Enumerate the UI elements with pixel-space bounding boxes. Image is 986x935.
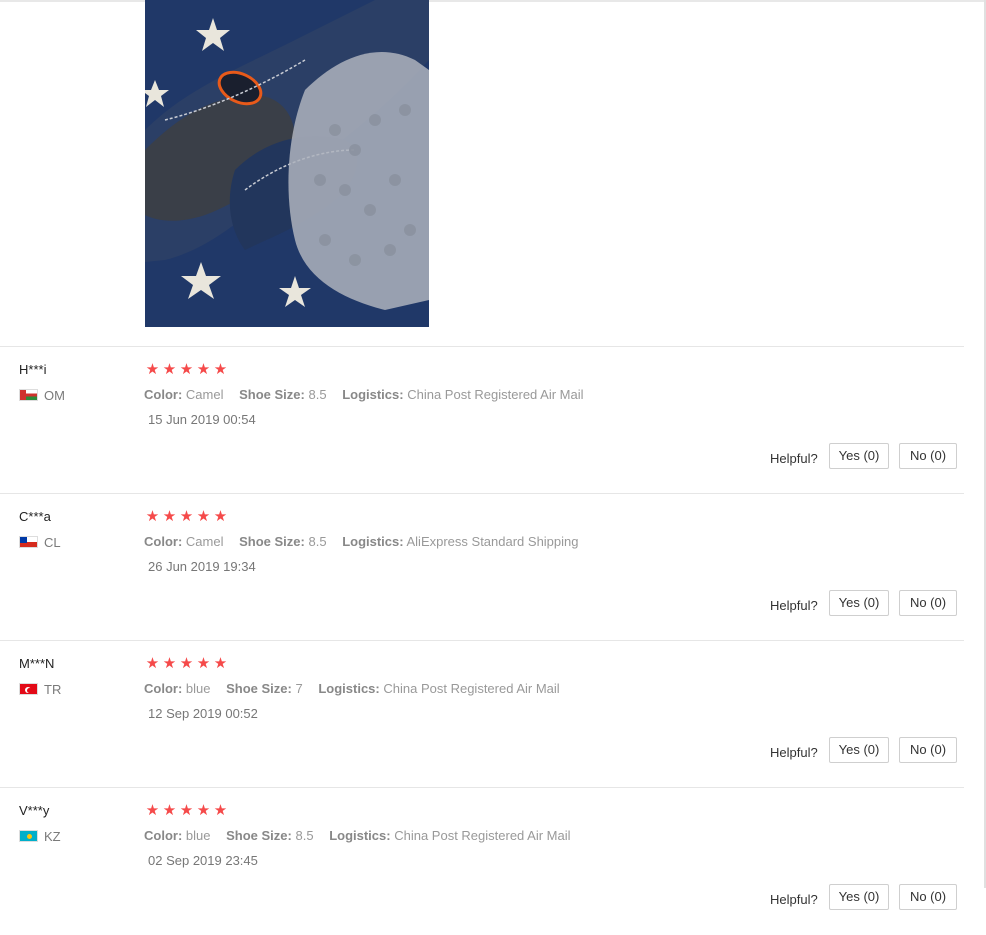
helpful-label: Helpful?: [770, 892, 818, 907]
color-label: Color:: [144, 534, 183, 549]
logistics-value: AliExpress Standard Shipping: [406, 534, 579, 549]
star-icon: ★: [145, 361, 160, 378]
shoe-size-value: 8.5: [295, 828, 314, 843]
review-date: 12 Sep 2019 00:52: [148, 706, 258, 721]
country-code: OM: [44, 387, 65, 403]
country-code: KZ: [44, 828, 61, 844]
review-date: 26 Jun 2019 19:34: [148, 559, 256, 574]
reviewer-name: M***N: [19, 656, 55, 671]
helpful-no-button[interactable]: No (0): [899, 443, 957, 469]
flag-kazakhstan-icon: [19, 830, 38, 842]
color-value: blue: [185, 828, 211, 843]
logistics-label: Logistics:: [342, 387, 404, 402]
star-icon: ★: [213, 802, 228, 819]
star-icon: ★: [179, 655, 194, 672]
star-icon: ★: [162, 361, 177, 378]
helpful-yes-button[interactable]: Yes (0): [829, 590, 889, 616]
review-item: V***y KZ ★ ★ ★ ★ ★ Color: blue Shoe Size…: [0, 787, 964, 935]
flag-oman-icon: [19, 389, 38, 401]
star-icon: ★: [196, 361, 211, 378]
helpful-yes-button[interactable]: Yes (0): [829, 737, 889, 763]
review-date: 02 Sep 2019 23:45: [148, 853, 258, 868]
review-photo-image: [145, 0, 429, 327]
star-icon: ★: [145, 802, 160, 819]
color-label: Color:: [144, 828, 183, 843]
logistics-label: Logistics:: [318, 681, 380, 696]
star-rating: ★ ★ ★ ★ ★: [145, 803, 228, 818]
review-photo[interactable]: [145, 0, 429, 327]
star-icon: ★: [196, 802, 211, 819]
star-icon: ★: [213, 508, 228, 525]
reviewer-name: V***y: [19, 803, 50, 818]
star-icon: ★: [162, 655, 177, 672]
country-code: CL: [44, 534, 61, 550]
star-icon: ★: [179, 361, 194, 378]
helpful-label: Helpful?: [770, 598, 818, 613]
helpful-no-button[interactable]: No (0): [899, 737, 957, 763]
reviewer-name: C***a: [19, 509, 51, 524]
shoe-size-value: 8.5: [308, 387, 327, 402]
star-rating: ★ ★ ★ ★ ★: [145, 509, 228, 524]
reviewer-name: H***i: [19, 362, 47, 377]
star-icon: ★: [145, 508, 160, 525]
star-icon: ★: [179, 802, 194, 819]
color-value: Camel: [185, 387, 224, 402]
helpful-yes-button[interactable]: Yes (0): [829, 443, 889, 469]
reviewer-country: OM: [19, 387, 65, 403]
star-icon: ★: [162, 508, 177, 525]
star-icon: ★: [179, 508, 194, 525]
shoe-size-value: 8.5: [308, 534, 327, 549]
color-value: Camel: [185, 534, 224, 549]
star-icon: ★: [213, 655, 228, 672]
shoe-size-label: Shoe Size:: [239, 387, 305, 402]
logistics-value: China Post Registered Air Mail: [394, 828, 571, 843]
reviewer-country: CL: [19, 534, 61, 550]
star-icon: ★: [196, 655, 211, 672]
reviewer-country: TR: [19, 681, 61, 697]
order-attributes: Color: blue Shoe Size: 7 Logistics: Chin…: [144, 681, 572, 696]
reviewer-country: KZ: [19, 828, 61, 844]
star-icon: ★: [162, 802, 177, 819]
country-code: TR: [44, 681, 62, 697]
flag-turkey-icon: [19, 683, 38, 695]
color-label: Color:: [144, 387, 183, 402]
star-rating: ★ ★ ★ ★ ★: [145, 362, 228, 377]
order-attributes: Color: Camel Shoe Size: 8.5 Logistics: A…: [144, 534, 591, 549]
color-value: blue: [185, 681, 211, 696]
review-date: 15 Jun 2019 00:54: [148, 412, 256, 427]
star-icon: ★: [213, 361, 228, 378]
review-item: H***i OM ★ ★ ★ ★ ★ Color: Camel Shoe Siz…: [0, 346, 964, 494]
helpful-label: Helpful?: [770, 451, 818, 466]
order-attributes: Color: blue Shoe Size: 8.5 Logistics: Ch…: [144, 828, 583, 843]
review-item: M***N TR ★ ★ ★ ★ ★ Color: blue Shoe Size…: [0, 640, 964, 788]
logistics-value: China Post Registered Air Mail: [407, 387, 584, 402]
star-icon: ★: [145, 655, 160, 672]
logistics-label: Logistics:: [329, 828, 391, 843]
logistics-label: Logistics:: [342, 534, 404, 549]
order-attributes: Color: Camel Shoe Size: 8.5 Logistics: C…: [144, 387, 596, 402]
helpful-no-button[interactable]: No (0): [899, 590, 957, 616]
helpful-label: Helpful?: [770, 745, 818, 760]
logistics-value: China Post Registered Air Mail: [383, 681, 560, 696]
review-item: C***a CL ★ ★ ★ ★ ★ Color: Camel Shoe Siz…: [0, 493, 964, 641]
star-rating: ★ ★ ★ ★ ★: [145, 656, 228, 671]
shoe-size-value: 7: [295, 681, 303, 696]
star-icon: ★: [196, 508, 211, 525]
color-label: Color:: [144, 681, 183, 696]
shoe-size-label: Shoe Size:: [226, 681, 292, 696]
shoe-size-label: Shoe Size:: [239, 534, 305, 549]
flag-chile-icon: [19, 536, 38, 548]
shoe-size-label: Shoe Size:: [226, 828, 292, 843]
